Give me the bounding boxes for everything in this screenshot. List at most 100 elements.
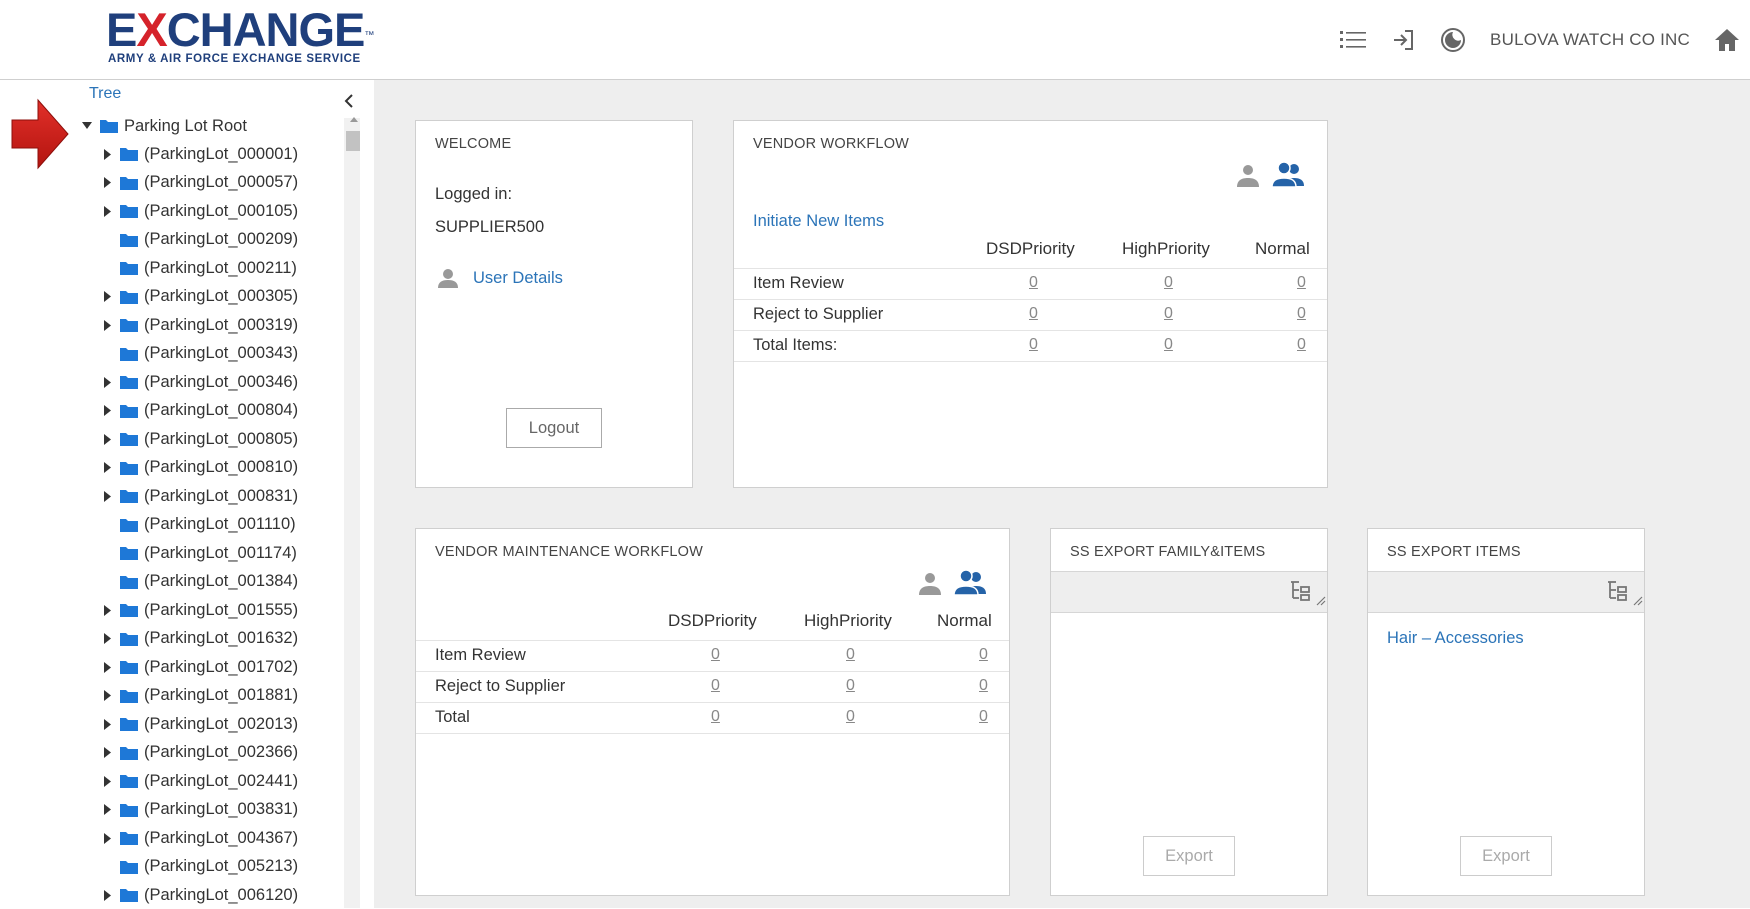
tree-structure-icon[interactable] — [1606, 580, 1630, 607]
user-group-icon[interactable] — [1271, 161, 1304, 192]
caret-right-icon[interactable] — [102, 147, 112, 161]
tree-node[interactable]: (ParkingLot_000831) — [102, 482, 298, 510]
user-details-link[interactable]: User Details — [473, 269, 563, 288]
tree-node[interactable]: (ParkingLot_000305) — [102, 283, 298, 311]
caret-right-icon[interactable] — [102, 774, 112, 788]
tree-node-label: (ParkingLot_000804) — [144, 401, 299, 419]
home-icon[interactable] — [1712, 27, 1742, 53]
tree-structure-icon[interactable] — [1289, 580, 1313, 607]
tree-root-node[interactable]: Parking Lot Root — [82, 112, 247, 140]
collapse-sidebar-icon[interactable] — [342, 94, 356, 108]
tree-node[interactable]: (ParkingLot_002441) — [102, 767, 298, 795]
resize-grip-icon[interactable] — [1633, 593, 1643, 611]
count-link[interactable]: 0 — [846, 646, 855, 664]
caret-right-icon[interactable] — [102, 803, 112, 817]
caret-right-icon[interactable] — [102, 831, 112, 845]
tree-scrollbar[interactable] — [344, 118, 360, 908]
count-link[interactable]: 0 — [1297, 305, 1306, 323]
vendor-maintenance-card: VENDOR MAINTENANCE WORKFLOW DSDPriority H… — [415, 528, 1010, 896]
caret-right-icon[interactable] — [102, 746, 112, 760]
count-link[interactable]: 0 — [979, 708, 988, 726]
count-link[interactable]: 0 — [1029, 274, 1038, 292]
count-link[interactable]: 0 — [711, 708, 720, 726]
count-link[interactable]: 0 — [979, 646, 988, 664]
scroll-thumb[interactable] — [346, 131, 360, 151]
tree-node[interactable]: (ParkingLot_001110) — [102, 511, 296, 539]
caret-down-icon[interactable] — [82, 119, 92, 133]
tree-node[interactable]: (ParkingLot_000805) — [102, 425, 298, 453]
tree-node[interactable]: (ParkingLot_003831) — [102, 796, 298, 824]
tree-node[interactable]: (ParkingLot_005213) — [102, 853, 298, 881]
folder-icon — [120, 318, 138, 332]
caret-right-icon[interactable] — [102, 888, 112, 902]
count-link[interactable]: 0 — [711, 646, 720, 664]
count-link[interactable]: 0 — [1164, 274, 1173, 292]
caret-right-icon[interactable] — [102, 432, 112, 446]
caret-right-icon[interactable] — [102, 375, 112, 389]
logout-button[interactable]: Logout — [506, 408, 602, 448]
tree-node[interactable]: (ParkingLot_001555) — [102, 596, 298, 624]
count-link[interactable]: 0 — [1297, 274, 1306, 292]
caret-spacer — [102, 546, 112, 560]
caret-right-icon[interactable] — [102, 689, 112, 703]
ss-export-items-export-button[interactable]: Export — [1460, 836, 1552, 876]
tree-node-label: (ParkingLot_000346) — [144, 372, 299, 391]
list-icon[interactable] — [1340, 27, 1367, 53]
count-link[interactable]: 0 — [1029, 336, 1038, 354]
count-link[interactable]: 0 — [846, 708, 855, 726]
tree-node[interactable]: (ParkingLot_001881) — [102, 682, 298, 710]
caret-right-icon[interactable] — [102, 176, 112, 190]
table-row: Reject to Supplier 0 0 0 — [734, 300, 1327, 331]
caret-right-icon[interactable] — [102, 660, 112, 674]
tree-node[interactable]: (ParkingLot_000346) — [102, 368, 298, 396]
count-link[interactable]: 0 — [1029, 305, 1038, 323]
hair-accessories-link[interactable]: Hair – Accessories — [1387, 629, 1524, 648]
tree-node[interactable]: (ParkingLot_000804) — [102, 397, 298, 425]
tree-node[interactable]: (ParkingLot_001174) — [102, 539, 297, 567]
row-label: Reject to Supplier — [435, 677, 566, 695]
tree-node[interactable]: (ParkingLot_000001) — [102, 140, 298, 168]
sign-out-icon[interactable] — [1390, 27, 1416, 53]
tree-node[interactable]: (ParkingLot_000810) — [102, 454, 298, 482]
tree-node[interactable]: (ParkingLot_002366) — [102, 739, 298, 767]
caret-right-icon[interactable] — [102, 603, 112, 617]
tree-node[interactable]: (ParkingLot_000105) — [102, 197, 298, 225]
tree-tab-label[interactable]: Tree — [89, 85, 121, 103]
resize-grip-icon[interactable] — [1316, 593, 1326, 611]
count-link[interactable]: 0 — [1164, 336, 1173, 354]
count-link[interactable]: 0 — [846, 677, 855, 695]
tree-node[interactable]: (ParkingLot_000319) — [102, 311, 298, 339]
tree-node[interactable]: (ParkingLot_000209) — [102, 226, 298, 254]
caret-right-icon[interactable] — [102, 717, 112, 731]
tree-node[interactable]: (ParkingLot_001384) — [102, 568, 298, 596]
folder-icon — [120, 689, 138, 703]
scroll-up-icon[interactable] — [350, 117, 358, 122]
folder-icon — [120, 603, 138, 617]
caret-right-icon[interactable] — [102, 489, 112, 503]
single-user-icon[interactable] — [1236, 163, 1260, 192]
theme-toggle-icon[interactable] — [1440, 27, 1466, 53]
caret-right-icon[interactable] — [102, 290, 112, 304]
tree-node[interactable]: (ParkingLot_006120) — [102, 881, 298, 909]
tree-node[interactable]: (ParkingLot_004367) — [102, 824, 298, 852]
ss-export-family-export-button[interactable]: Export — [1143, 836, 1235, 876]
tree-node[interactable]: (ParkingLot_000057) — [102, 169, 298, 197]
tree-node[interactable]: (ParkingLot_000211) — [102, 254, 297, 282]
caret-right-icon[interactable] — [102, 404, 112, 418]
caret-right-icon[interactable] — [102, 461, 112, 475]
caret-right-icon[interactable] — [102, 204, 112, 218]
tree-node[interactable]: (ParkingLot_002013) — [102, 710, 298, 738]
caret-right-icon[interactable] — [102, 318, 112, 332]
count-link[interactable]: 0 — [711, 677, 720, 695]
count-link[interactable]: 0 — [1164, 305, 1173, 323]
exchange-logo[interactable]: EXCHANGE™ ARMY & AIR FORCE EXCHANGE SERV… — [106, 6, 374, 66]
tree-node[interactable]: (ParkingLot_001632) — [102, 625, 298, 653]
count-link[interactable]: 0 — [979, 677, 988, 695]
user-group-icon[interactable] — [953, 569, 986, 600]
tree-node[interactable]: (ParkingLot_000343) — [102, 340, 298, 368]
single-user-icon[interactable] — [918, 571, 942, 600]
caret-right-icon[interactable] — [102, 632, 112, 646]
count-link[interactable]: 0 — [1297, 336, 1306, 354]
initiate-new-items-link[interactable]: Initiate New Items — [753, 212, 884, 231]
tree-node[interactable]: (ParkingLot_001702) — [102, 653, 298, 681]
